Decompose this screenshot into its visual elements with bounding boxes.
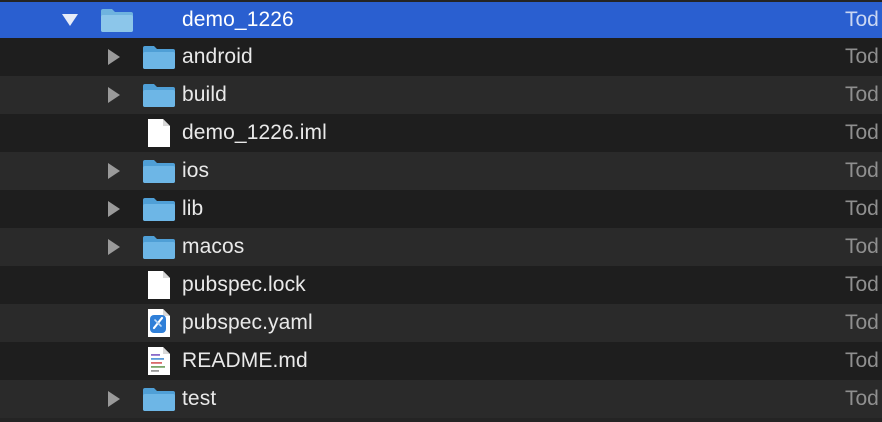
date-modified: Tod [845, 197, 879, 220]
finder-file-list: demo_1226 Tod android Tod build Tod demo [0, 0, 882, 422]
document-icon [148, 271, 170, 299]
date-modified: Tod [845, 121, 879, 144]
list-item-ios[interactable]: ios Tod [0, 152, 882, 190]
item-name: test [182, 387, 217, 410]
disclosure-triangle-expanded-icon[interactable] [60, 10, 80, 30]
date-modified: Tod [845, 387, 879, 410]
xcode-yaml-file-icon [148, 309, 170, 337]
list-item-demo_1226[interactable]: demo_1226 Tod [0, 2, 882, 38]
list-item-android[interactable]: android Tod [0, 38, 882, 76]
folder-icon [143, 198, 175, 221]
date-modified: Tod [845, 83, 879, 106]
folder-icon [143, 84, 175, 107]
folder-icon [143, 46, 175, 69]
item-name: ios [182, 159, 210, 182]
list-item-lib[interactable]: lib Tod [0, 190, 882, 228]
folder-icon [101, 9, 133, 32]
item-name: lib [182, 197, 204, 220]
folder-icon [143, 236, 175, 259]
list-item-build[interactable]: build Tod [0, 76, 882, 114]
disclosure-triangle-collapsed-icon[interactable] [104, 199, 124, 219]
item-name: build [182, 83, 227, 106]
markdown-file-icon [148, 347, 170, 375]
disclosure-triangle-collapsed-icon[interactable] [104, 161, 124, 181]
item-name: pubspec.lock [182, 273, 306, 296]
document-icon [148, 119, 170, 147]
date-modified: Tod [845, 311, 879, 334]
disclosure-triangle-collapsed-icon[interactable] [104, 47, 124, 67]
disclosure-triangle-collapsed-icon[interactable] [104, 389, 124, 409]
date-modified: Tod [845, 159, 879, 182]
folder-icon [143, 388, 175, 411]
list-item-pubspec-lock[interactable]: pubspec.lock Tod [0, 266, 882, 304]
list-item-pubspec-yaml[interactable]: pubspec.yaml Tod [0, 304, 882, 342]
item-name: demo_1226 [182, 8, 294, 31]
item-name: README.md [182, 349, 308, 372]
item-name: macos [182, 235, 245, 258]
item-name: android [182, 45, 253, 68]
date-modified: Tod [845, 235, 879, 258]
date-modified: Tod [845, 45, 879, 68]
list-item-readme-md[interactable]: README.md Tod [0, 342, 882, 380]
disclosure-triangle-collapsed-icon[interactable] [104, 85, 124, 105]
item-name: pubspec.yaml [182, 311, 313, 334]
date-modified: Tod [845, 8, 879, 31]
folder-icon [143, 160, 175, 183]
list-item-macos[interactable]: macos Tod [0, 228, 882, 266]
date-modified: Tod [845, 349, 879, 372]
disclosure-triangle-collapsed-icon[interactable] [104, 237, 124, 257]
list-item-test[interactable]: test Tod [0, 380, 882, 418]
date-modified: Tod [845, 273, 879, 296]
item-name: demo_1226.iml [182, 121, 327, 144]
list-item-demo_1226-iml[interactable]: demo_1226.iml Tod [0, 114, 882, 152]
